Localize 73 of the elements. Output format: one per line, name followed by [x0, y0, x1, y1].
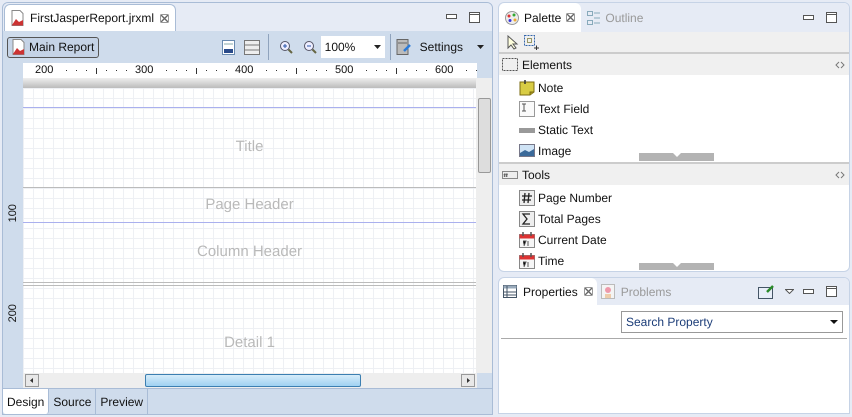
band-label: Page Header: [205, 194, 294, 215]
palette-item[interactable]: Static Text: [519, 119, 849, 140]
palette-item[interactable]: Note: [519, 77, 849, 98]
minimize-icon: [803, 288, 814, 294]
close-icon: [160, 14, 170, 22]
palette-section-header[interactable]: Tools: [499, 164, 849, 185]
ruler-label: 400: [235, 63, 254, 78]
dashed-box-icon: [502, 58, 518, 71]
band-label: Title: [236, 137, 264, 158]
collapse-icon: [835, 170, 845, 178]
dropdown-arrow-icon: [477, 45, 484, 49]
main-report-button[interactable]: Main Report: [7, 36, 100, 58]
note-icon: [519, 80, 535, 96]
image-icon: [519, 144, 535, 157]
pointer-icon: [507, 34, 519, 50]
ruler-label: 200: [35, 63, 54, 78]
maximize-icon: [826, 12, 837, 23]
palette-item[interactable]: Time: [519, 250, 849, 270]
collapse-icon: [835, 60, 845, 68]
maximize-icon: [826, 286, 837, 297]
calendar-icon: [519, 232, 535, 248]
close-icon: [584, 287, 593, 296]
problems-icon: [600, 284, 615, 299]
settings-button[interactable]: Settings: [420, 38, 488, 56]
report-icon: [11, 10, 24, 26]
ruler-label: 500: [335, 63, 354, 78]
dropdown-arrow-icon: [374, 45, 381, 49]
sigma-icon: [519, 210, 535, 226]
table-icon: [503, 285, 517, 298]
vertical-scrollbar[interactable]: [476, 78, 492, 373]
zoom-in-icon: [278, 40, 293, 54]
report-icon: [12, 39, 25, 55]
hash-icon: [519, 190, 535, 206]
minimize-icon: [446, 14, 457, 20]
hash-box-icon: [502, 170, 518, 178]
dropdown-arrow-icon: [830, 320, 838, 324]
list-icon: [244, 40, 260, 54]
pin-icon: [758, 284, 774, 298]
close-icon: [566, 13, 576, 22]
text-field-icon: [519, 100, 535, 116]
label-icon: [519, 126, 535, 134]
palette-icon: [505, 10, 519, 24]
editor-bottom-tab[interactable]: Design: [3, 389, 50, 414]
palette-item[interactable]: Total Pages: [519, 208, 849, 229]
scroll-left-icon: [25, 374, 39, 387]
band-label: Detail 1: [224, 332, 275, 353]
outline-icon: [587, 10, 600, 24]
palette-item[interactable]: Page Number: [519, 187, 849, 208]
view-menu-icon: [785, 289, 794, 294]
server-icon: [396, 39, 411, 55]
ruler-label: 200: [6, 304, 20, 323]
palette-item[interactable]: Current Date: [519, 229, 849, 250]
zoom-dropdown[interactable]: 100%: [320, 36, 385, 58]
ruler-label: 300: [135, 63, 154, 78]
panel-tab[interactable]: Palette: [499, 3, 582, 32]
search-property-dropdown[interactable]: Search Property: [621, 310, 843, 332]
maximize-icon: [469, 12, 480, 22]
palette-section-header[interactable]: Elements: [499, 54, 849, 75]
palette-item[interactable]: Text Field: [519, 98, 849, 119]
editor-tab[interactable]: FirstJasperReport.jrxml: [4, 4, 176, 31]
horizontal-scrollbar[interactable]: [23, 373, 477, 388]
ruler-label: 100: [6, 204, 20, 223]
band-label: Column Header: [196, 242, 302, 262]
scroll-more-button[interactable]: [639, 153, 714, 161]
zoom-out-icon: [302, 40, 317, 54]
marquee-icon: [524, 34, 539, 50]
palette-item[interactable]: Image: [519, 140, 849, 161]
ruler-label: 600: [435, 63, 454, 78]
scroll-more-button[interactable]: [639, 263, 714, 270]
calendar-icon: [519, 252, 535, 268]
panel-tab[interactable]: Properties: [499, 278, 597, 305]
minimize-icon: [803, 14, 814, 20]
scroll-right-icon: [461, 374, 475, 387]
